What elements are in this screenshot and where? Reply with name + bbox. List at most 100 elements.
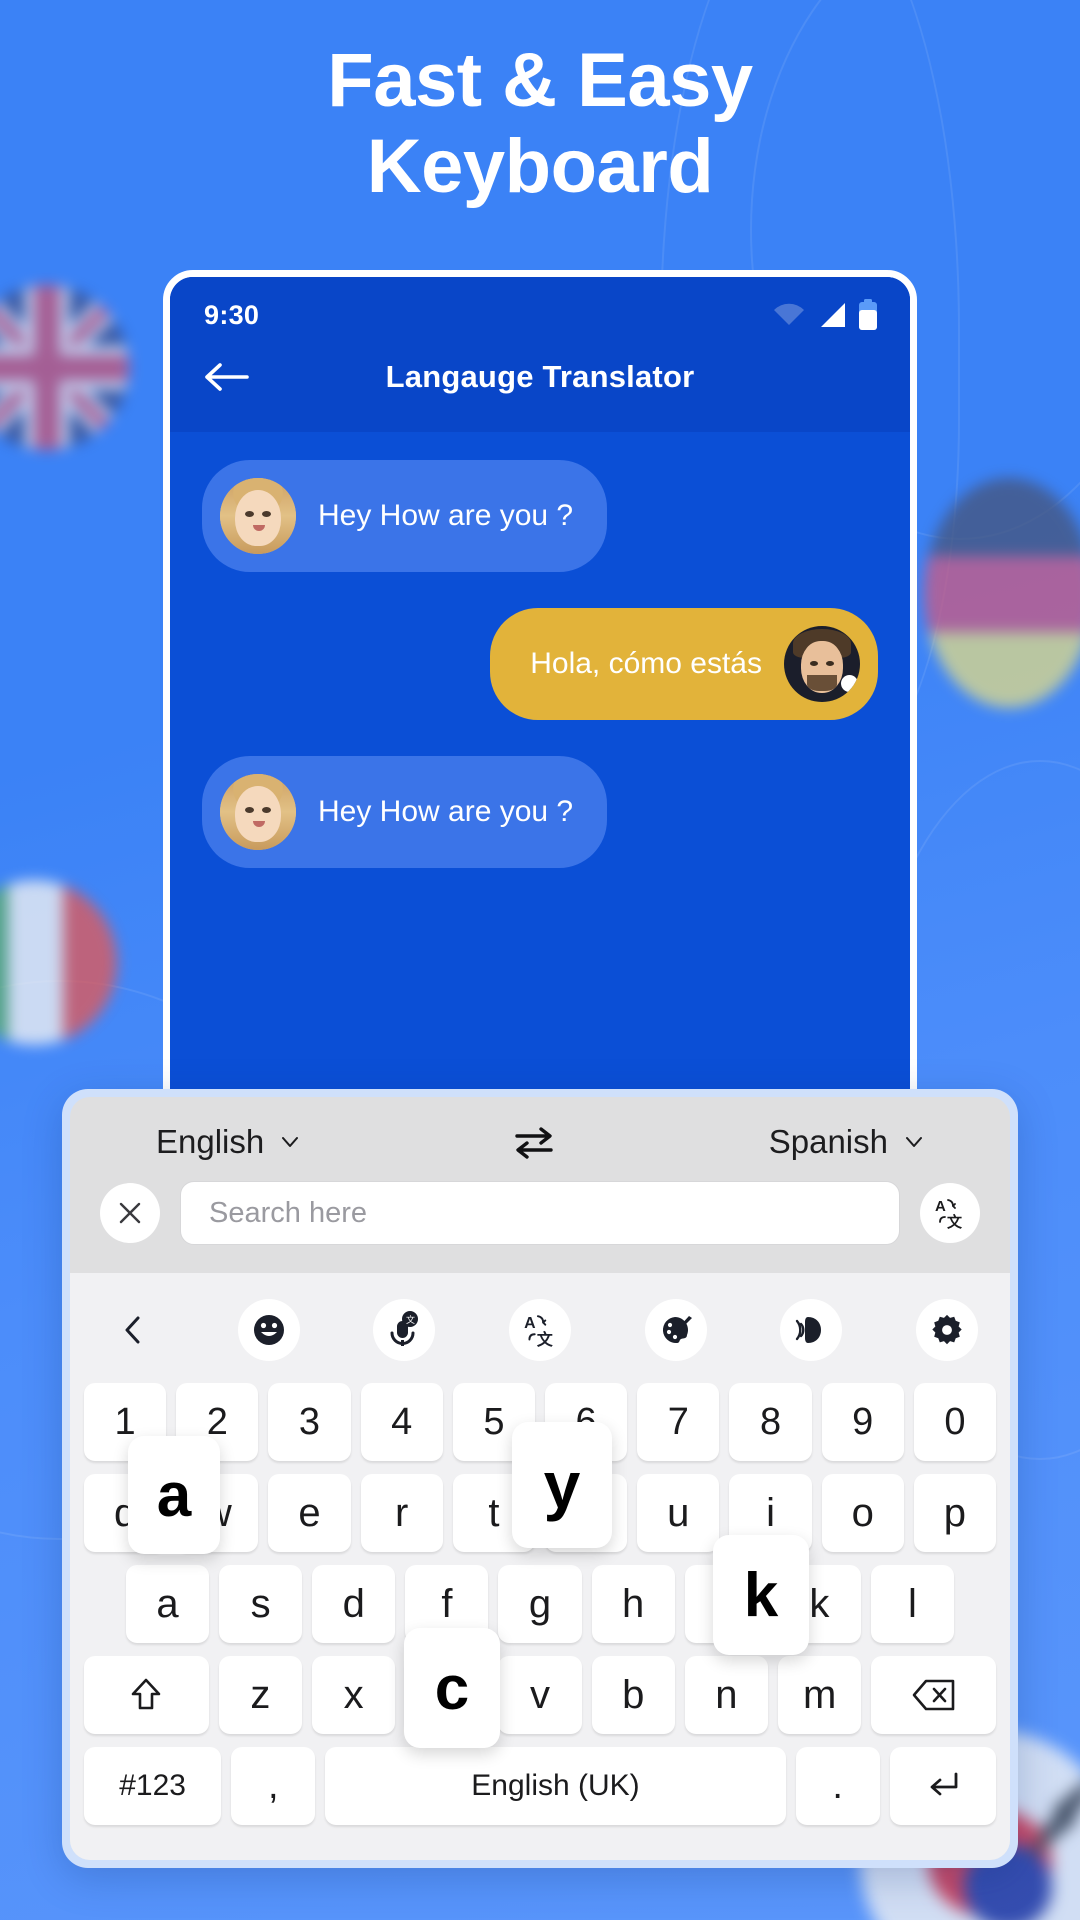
key-popup-y[interactable]: y	[512, 1422, 612, 1548]
svg-text:文: 文	[537, 1330, 553, 1348]
voice-speak-button[interactable]	[780, 1299, 843, 1361]
mic-translate-button[interactable]: 文	[373, 1299, 436, 1361]
backspace-key[interactable]	[871, 1656, 997, 1734]
language-selector-bar: English Spanish	[70, 1097, 1010, 1171]
key-popup-k[interactable]: k	[713, 1535, 809, 1655]
key-m[interactable]: m	[778, 1656, 862, 1734]
search-input[interactable]	[209, 1196, 871, 1230]
key-b[interactable]: b	[591, 1656, 675, 1734]
message-text: Hey How are you ?	[318, 795, 574, 828]
enter-return-icon	[930, 1772, 958, 1796]
key-0[interactable]: 0	[913, 1383, 997, 1461]
svg-text:A: A	[935, 1198, 946, 1215]
message-row: Hey How are you ?	[202, 460, 878, 572]
battery-icon	[859, 299, 877, 330]
backspace-icon	[912, 1679, 954, 1711]
status-time: 9:30	[204, 299, 260, 330]
key-4[interactable]: 4	[360, 1383, 443, 1461]
comma-key[interactable]: ,	[231, 1747, 316, 1825]
search-input-wrapper[interactable]	[180, 1181, 900, 1245]
space-key[interactable]: English (UK)	[325, 1747, 786, 1825]
enter-key[interactable]	[889, 1747, 996, 1825]
source-language-selector[interactable]: English	[156, 1123, 300, 1161]
key-r[interactable]: r	[360, 1474, 443, 1552]
uk-flag-icon	[0, 285, 129, 450]
message-row: Hola, cómo estás	[202, 608, 878, 720]
theme-palette-button[interactable]	[644, 1299, 707, 1361]
close-icon	[119, 1202, 141, 1224]
key-popup-c[interactable]: c	[404, 1628, 500, 1748]
svg-text:文: 文	[406, 1314, 415, 1326]
key-z[interactable]: z	[218, 1656, 302, 1734]
message-text: Hey How are you ?	[318, 499, 574, 532]
keyboard-row-bottom: z x c v b n m c	[84, 1628, 997, 1748]
keyboard-row-top: q w e r t y u i o p a y	[83, 1422, 997, 1554]
theme-palette-icon	[662, 1316, 692, 1344]
key-h[interactable]: h	[591, 1565, 675, 1643]
message-text: Hola, cómo estás	[530, 647, 762, 680]
key-o[interactable]: o	[821, 1474, 904, 1552]
key-e[interactable]: e	[268, 1474, 351, 1552]
key-p[interactable]: p	[913, 1474, 997, 1552]
translate-icon: A 文	[524, 1315, 553, 1348]
translate-icon: A 文	[935, 1198, 963, 1230]
headline-line-1: Fast & Easy	[327, 38, 753, 123]
key-9[interactable]: 9	[821, 1383, 904, 1461]
translate-button[interactable]: A 文	[920, 1183, 980, 1243]
swap-arrows-icon[interactable]	[511, 1125, 557, 1159]
page-title: Fast & Easy Keyboard	[0, 38, 1080, 210]
back-chevron-button[interactable]	[102, 1299, 164, 1361]
key-l[interactable]: l	[870, 1565, 954, 1643]
key-u[interactable]: u	[637, 1474, 720, 1552]
key-3[interactable]: 3	[268, 1383, 351, 1461]
keyboard-row-function: #123 , English (UK) .	[84, 1747, 996, 1825]
search-bar-row: A 文	[70, 1171, 1010, 1273]
germany-flag-icon	[924, 478, 1080, 708]
shift-up-arrow-icon	[132, 1678, 161, 1710]
target-language-selector[interactable]: Spanish	[769, 1123, 924, 1161]
incoming-message-bubble[interactable]: Hey How are you ?	[202, 756, 608, 868]
incoming-message-bubble[interactable]: Hey How are you ?	[202, 460, 608, 572]
key-7[interactable]: 7	[637, 1383, 720, 1461]
app-bar: 9:30 Langauge Translator	[170, 277, 910, 432]
period-key[interactable]: .	[795, 1747, 880, 1825]
status-bar: 9:30	[170, 277, 910, 331]
back-chevron-icon	[125, 1316, 140, 1344]
key-a[interactable]: a	[126, 1565, 210, 1643]
avatar	[784, 626, 860, 702]
svg-text:文: 文	[947, 1213, 963, 1230]
symbols-key[interactable]: #123	[84, 1747, 222, 1825]
shift-key[interactable]	[84, 1656, 209, 1734]
avatar	[220, 478, 296, 554]
key-g[interactable]: g	[498, 1565, 582, 1643]
chevron-down-icon	[906, 1137, 922, 1147]
chat-thread: Hey How are you ? Hola, cómo estás Hey H…	[170, 432, 910, 868]
mic-translate-icon: 文	[390, 1311, 419, 1346]
voice-speak-icon	[796, 1317, 822, 1343]
translate-toolbar-button[interactable]: A 文	[508, 1299, 571, 1361]
key-v[interactable]: v	[498, 1656, 582, 1734]
key-x[interactable]: x	[312, 1656, 396, 1734]
settings-button[interactable]	[915, 1299, 978, 1361]
signal-icon	[821, 303, 845, 327]
target-language-label: Spanish	[768, 1123, 888, 1160]
key-8[interactable]: 8	[729, 1383, 812, 1461]
emoji-button[interactable]	[237, 1299, 300, 1361]
close-button[interactable]	[100, 1183, 160, 1243]
message-row: Hey How are you ?	[202, 756, 878, 868]
keyboard-row-home: a s d f g h j k l k	[84, 1535, 996, 1655]
back-arrow-icon[interactable]	[204, 362, 250, 392]
italy-flag-icon	[0, 880, 117, 1045]
wifi-icon	[774, 303, 804, 325]
avatar	[220, 774, 296, 850]
key-s[interactable]: s	[219, 1565, 303, 1643]
key-n[interactable]: n	[684, 1656, 769, 1734]
chevron-down-icon	[282, 1137, 299, 1147]
keyboard-panel: English Spanish Search here A 文 文 A 文 1 …	[62, 1089, 1018, 1868]
key-d[interactable]: d	[312, 1565, 396, 1643]
settings-gear-icon	[932, 1314, 962, 1345]
headline-line-2: Keyboard	[366, 123, 714, 209]
key-popup-a[interactable]: a	[128, 1436, 220, 1554]
app-bar-title: Langauge Translator	[385, 359, 695, 394]
outgoing-message-bubble[interactable]: Hola, cómo estás	[490, 608, 878, 720]
